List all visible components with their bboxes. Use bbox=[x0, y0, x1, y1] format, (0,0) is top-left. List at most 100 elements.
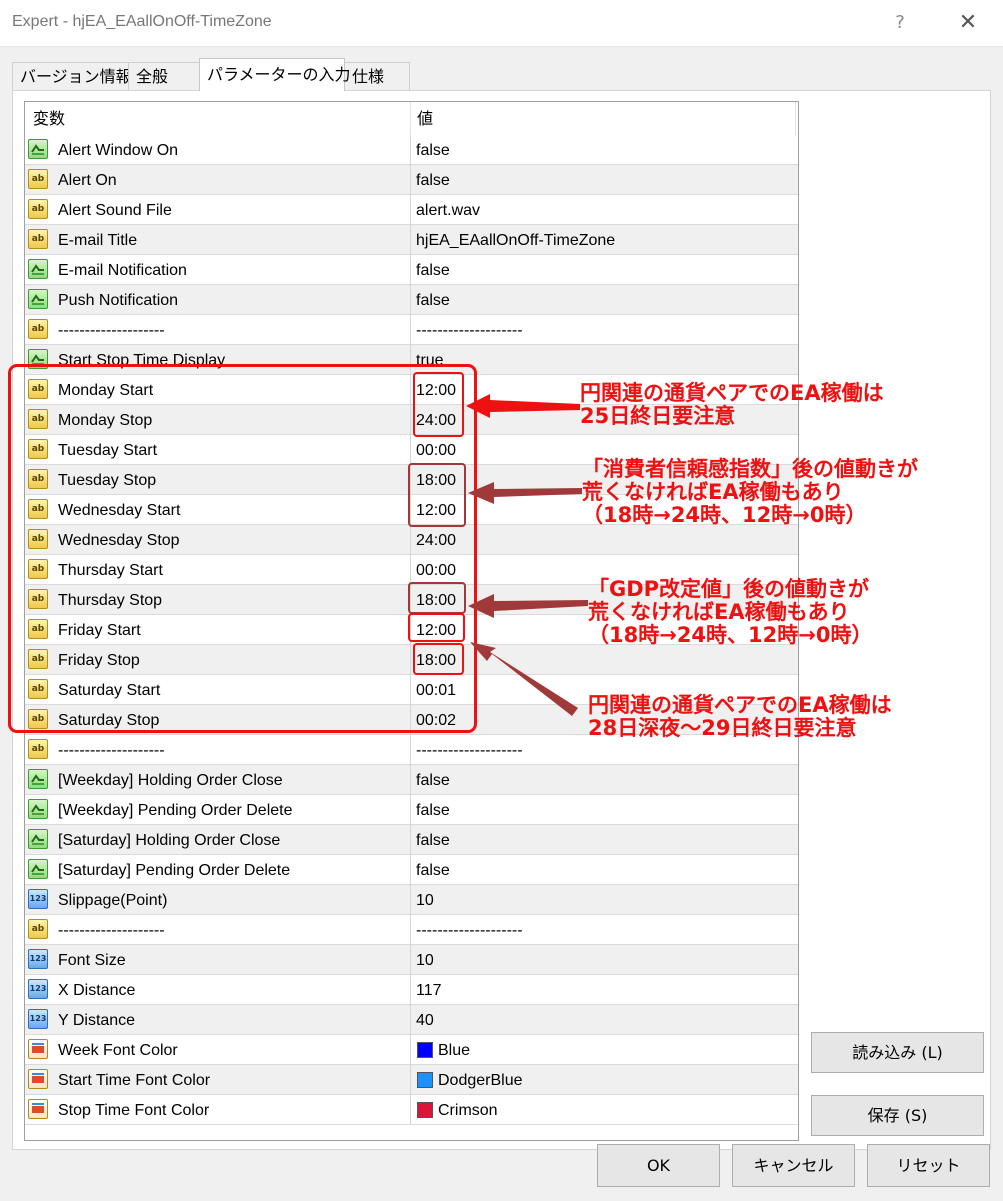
window-title: Expert - hjEA_EAallOnOff-TimeZone bbox=[12, 13, 272, 30]
icon-text: ab bbox=[31, 204, 45, 214]
parameter-value[interactable]: -------------------- bbox=[416, 735, 523, 765]
parameter-name: Stop Time Font Color bbox=[58, 1102, 210, 1119]
parameter-name: Alert On bbox=[58, 172, 117, 189]
tab-specification[interactable]: 仕様 bbox=[344, 62, 410, 90]
load-button[interactable]: 読み込み (L) bbox=[811, 1032, 984, 1073]
table-row[interactable]: Stop Time Font Color Crimson bbox=[25, 1095, 798, 1125]
annotation-line: 円関連の通貨ペアでのEA稼働は bbox=[580, 381, 884, 405]
reset-button[interactable]: リセット bbox=[867, 1144, 990, 1187]
save-button[interactable]: 保存 (S) bbox=[811, 1095, 984, 1136]
parameter-name: Push Notification bbox=[58, 292, 179, 309]
parameter-name: -------------------- bbox=[58, 742, 165, 759]
header-divider-end bbox=[795, 102, 796, 135]
parameter-value[interactable]: false bbox=[416, 135, 450, 165]
table-row[interactable]: E-mail Notification false bbox=[25, 255, 798, 285]
number-icon: 123 bbox=[28, 979, 48, 999]
table-row[interactable]: Push Notification false bbox=[25, 285, 798, 315]
bool-icon bbox=[28, 289, 48, 309]
parameter-value[interactable]: false bbox=[416, 795, 450, 825]
parameter-value[interactable]: 10 bbox=[416, 885, 434, 915]
parameter-name: -------------------- bbox=[58, 922, 165, 939]
tab-general[interactable]: 全般 bbox=[128, 62, 200, 90]
table-row[interactable]: 123 Font Size 10 bbox=[25, 945, 798, 975]
parameter-name: [Saturday] Holding Order Close bbox=[58, 832, 281, 849]
string-icon: ab bbox=[28, 199, 48, 219]
cancel-button[interactable]: キャンセル bbox=[732, 1144, 855, 1187]
parameter-value[interactable]: -------------------- bbox=[416, 315, 523, 345]
grid-header: 変数 値 bbox=[25, 102, 798, 136]
ok-button[interactable]: OK bbox=[597, 1144, 720, 1187]
parameter-name: [Weekday] Pending Order Delete bbox=[58, 802, 293, 819]
icon-text: ab bbox=[31, 744, 45, 754]
parameter-value[interactable]: DodgerBlue bbox=[438, 1065, 523, 1095]
table-row[interactable]: Start Time Font Color DodgerBlue bbox=[25, 1065, 798, 1095]
bool-icon bbox=[28, 139, 48, 159]
annotation-monday: 円関連の通貨ペアでのEA稼働は 25日終日要注意 bbox=[580, 382, 884, 428]
string-icon: ab bbox=[28, 169, 48, 189]
parameter-value[interactable]: Crimson bbox=[438, 1095, 498, 1125]
tab-input-parameters[interactable]: パラメーターの入力 bbox=[199, 58, 351, 91]
icon-text: 123 bbox=[29, 954, 47, 963]
table-row[interactable]: ab E-mail Title hjEA_EAallOnOff-TimeZone bbox=[25, 225, 798, 255]
parameter-value[interactable]: 10 bbox=[416, 945, 434, 975]
color-swatch bbox=[417, 1042, 433, 1058]
table-row[interactable]: [Saturday] Holding Order Close false bbox=[25, 825, 798, 855]
parameter-value[interactable]: hjEA_EAallOnOff-TimeZone bbox=[416, 225, 615, 255]
column-divider bbox=[410, 765, 411, 795]
table-row[interactable]: 123 Slippage(Point) 10 bbox=[25, 885, 798, 915]
number-icon: 123 bbox=[28, 889, 48, 909]
table-row[interactable]: [Saturday] Pending Order Delete false bbox=[25, 855, 798, 885]
icon-text: ab bbox=[31, 174, 45, 184]
bool-icon bbox=[28, 829, 48, 849]
parameter-name: Slippage(Point) bbox=[58, 892, 168, 909]
table-row[interactable]: Week Font Color Blue bbox=[25, 1035, 798, 1065]
table-row[interactable]: ab Alert Sound File alert.wav bbox=[25, 195, 798, 225]
color-icon bbox=[28, 1069, 48, 1089]
parameter-value[interactable]: false bbox=[416, 825, 450, 855]
table-row[interactable]: 123 X Distance 117 bbox=[25, 975, 798, 1005]
header-value[interactable]: 値 bbox=[417, 102, 433, 135]
parameter-value[interactable]: false bbox=[416, 255, 450, 285]
table-row[interactable]: [Weekday] Holding Order Close false bbox=[25, 765, 798, 795]
highlight-thursday-stop bbox=[408, 582, 466, 614]
column-divider bbox=[410, 735, 411, 765]
icon-text: ab bbox=[31, 324, 45, 334]
annotation-line: 28日深夜～29日終日要注意 bbox=[588, 716, 857, 740]
annotation-line: 「GDP改定値」後の値動きが bbox=[588, 577, 870, 601]
icon-text: 123 bbox=[29, 894, 47, 903]
bool-icon bbox=[28, 859, 48, 879]
help-button[interactable]: ? bbox=[888, 10, 912, 36]
column-divider bbox=[410, 285, 411, 315]
header-variable[interactable]: 変数 bbox=[33, 102, 65, 135]
column-divider bbox=[410, 135, 411, 165]
parameter-value[interactable]: Blue bbox=[438, 1035, 470, 1065]
table-row[interactable]: ab Alert On false bbox=[25, 165, 798, 195]
tab-version-info[interactable]: バージョン情報 bbox=[12, 62, 132, 90]
column-divider bbox=[410, 1095, 411, 1125]
table-row[interactable]: 123 Y Distance 40 bbox=[25, 1005, 798, 1035]
parameter-value[interactable]: -------------------- bbox=[416, 915, 523, 945]
table-row[interactable]: ab -------------------- ------------------… bbox=[25, 315, 798, 345]
highlight-friday-stop bbox=[413, 643, 464, 675]
parameter-value[interactable]: alert.wav bbox=[416, 195, 480, 225]
parameter-value[interactable]: false bbox=[416, 165, 450, 195]
parameter-value[interactable]: 117 bbox=[416, 975, 442, 1005]
color-icon bbox=[28, 1039, 48, 1059]
column-divider bbox=[410, 885, 411, 915]
highlight-tue-wed-times bbox=[408, 463, 466, 527]
parameter-value[interactable]: false bbox=[416, 285, 450, 315]
close-button[interactable]: ✕ bbox=[950, 8, 986, 38]
table-row[interactable]: [Weekday] Pending Order Delete false bbox=[25, 795, 798, 825]
parameter-name: E-mail Title bbox=[58, 232, 138, 249]
parameter-name: Y Distance bbox=[58, 1012, 136, 1029]
column-divider bbox=[410, 825, 411, 855]
annotation-line: 「消費者信頼感指数」後の値動きが bbox=[582, 457, 918, 481]
table-row[interactable]: ab -------------------- ------------------… bbox=[25, 915, 798, 945]
parameter-name: [Saturday] Pending Order Delete bbox=[58, 862, 291, 879]
parameter-value[interactable]: false bbox=[416, 765, 450, 795]
parameter-value[interactable]: 40 bbox=[416, 1005, 434, 1035]
icon-text: 123 bbox=[29, 1014, 47, 1023]
color-swatch bbox=[417, 1072, 433, 1088]
table-row[interactable]: Alert Window On false bbox=[25, 135, 798, 165]
parameter-value[interactable]: false bbox=[416, 855, 450, 885]
